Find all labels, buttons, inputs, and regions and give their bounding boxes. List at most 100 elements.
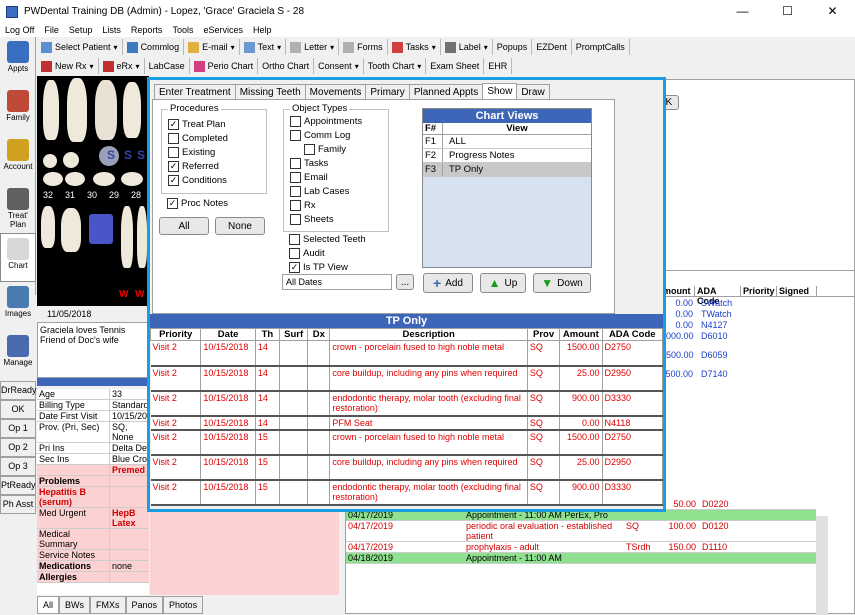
- tp-column-header[interactable]: Priority: [149, 328, 202, 341]
- tab-bws[interactable]: BWs: [59, 596, 91, 614]
- all-button[interactable]: All: [159, 217, 209, 235]
- menu-help[interactable]: Help: [248, 25, 277, 35]
- checkbox-sheets[interactable]: Sheets: [290, 212, 362, 226]
- progress-note-row[interactable]: 0.00 SWatch: [661, 298, 855, 309]
- checkbox-selected-teeth[interactable]: Selected Teeth: [289, 232, 366, 246]
- maximize-button[interactable]: ☐: [765, 0, 810, 23]
- tp-row[interactable]: Visit 2 10/15/2018 15 endodontic therapy, m…: [150, 479, 663, 506]
- close-button[interactable]: ✕: [810, 0, 855, 23]
- nav-manage[interactable]: Manage: [0, 331, 36, 380]
- checkbox-is-tp-view[interactable]: ✓ Is TP View: [289, 260, 366, 274]
- checkbox-treat-plan[interactable]: ✓ Treat Plan: [168, 117, 228, 131]
- checkbox-completed[interactable]: Completed: [168, 131, 228, 145]
- column-header[interactable]: Signed: [777, 286, 817, 296]
- patient-info-row[interactable]: Pri Ins Delta De: [37, 443, 149, 454]
- tooth[interactable]: [67, 78, 87, 142]
- checkbox-box[interactable]: ✓: [168, 160, 179, 172]
- tooth[interactable]: [121, 206, 133, 268]
- down-button[interactable]: ▼ Down: [533, 273, 591, 293]
- patient-info-row[interactable]: Hepatitis B (serum): [37, 487, 149, 508]
- select-patient-button[interactable]: Select Patient: [37, 39, 123, 55]
- checkbox-box[interactable]: [290, 213, 301, 225]
- forms-button[interactable]: Forms: [339, 39, 388, 55]
- patient-info-row[interactable]: Premed: [37, 465, 149, 476]
- tooth-chart[interactable]: S S S 32 31 30 29 28 W W: [37, 76, 149, 306]
- patient-info-row[interactable]: Billing Type Standard: [37, 400, 149, 411]
- checkbox-box[interactable]: [290, 171, 301, 183]
- tab-all[interactable]: All: [37, 596, 60, 614]
- add-view-button[interactable]: + Add: [423, 273, 473, 293]
- checkbox-box[interactable]: ✓: [168, 118, 179, 130]
- op-ptready[interactable]: PtReady: [0, 476, 36, 495]
- popups-button[interactable]: Popups: [493, 39, 533, 55]
- progress-note-row[interactable]: 0.00 N4127: [661, 320, 855, 331]
- checkbox-box[interactable]: [290, 185, 301, 197]
- nav-images[interactable]: Images: [0, 282, 36, 331]
- labcase-button[interactable]: LabCase: [145, 58, 190, 74]
- checkbox-email[interactable]: Email: [290, 170, 362, 184]
- tooth-chart-button[interactable]: Tooth Chart: [364, 58, 427, 74]
- tab-panos[interactable]: Panos: [125, 596, 164, 614]
- tooth[interactable]: [95, 80, 117, 140]
- checkbox-box[interactable]: [290, 129, 301, 141]
- tooth[interactable]: [43, 80, 59, 140]
- checkbox-conditions[interactable]: ✓ Conditions: [168, 173, 228, 187]
- column-header[interactable]: mount: [661, 286, 695, 296]
- menu-eservices[interactable]: eServices: [198, 25, 248, 35]
- tp-row[interactable]: Visit 2 10/15/2018 14 endodontic therapy, m…: [150, 390, 663, 417]
- progress-note-row[interactable]: 500.00 D7140: [661, 369, 855, 388]
- promptcalls-button[interactable]: PromptCalls: [572, 39, 630, 55]
- tooth[interactable]: [43, 154, 57, 168]
- op-drready[interactable]: DrReady: [0, 381, 37, 400]
- implant-icon[interactable]: [89, 214, 113, 244]
- ezdent-button[interactable]: EZDent: [532, 39, 572, 55]
- text-button[interactable]: Text: [240, 39, 287, 55]
- label-button[interactable]: Label: [441, 39, 493, 55]
- tp-column-header[interactable]: Description: [329, 328, 528, 341]
- tp-row[interactable]: Visit 2 10/15/2018 14 crown - porcelain fus…: [150, 340, 663, 367]
- checkbox-box[interactable]: [168, 132, 179, 144]
- checkbox-box[interactable]: ✓: [167, 197, 178, 209]
- patient-info-row[interactable]: Service Notes: [37, 550, 149, 561]
- tab-show[interactable]: Show: [482, 83, 518, 100]
- checkbox-existing[interactable]: Existing: [168, 145, 228, 159]
- tp-grid[interactable]: Priority Date Th Surf Dx Description Prov Amoun…: [149, 328, 663, 506]
- progress-note-row[interactable]: 04/17/2019 prophylaxis - adult TSrdh 150.00…: [346, 542, 816, 553]
- checkbox-proc-notes[interactable]: ✓ Proc Notes: [167, 196, 228, 210]
- checkbox-box[interactable]: [168, 146, 179, 158]
- tp-row[interactable]: Visit 2 10/15/2018 15 crown - porcelain fus…: [150, 429, 663, 456]
- patient-info-row[interactable]: Med Urgent HepB Latex: [37, 508, 149, 529]
- tooth[interactable]: [63, 152, 79, 168]
- none-button[interactable]: None: [215, 217, 265, 235]
- progress-note-row[interactable]: 04/17/2019 periodic oral evaluation - est…: [346, 521, 816, 542]
- tooth[interactable]: [137, 206, 147, 268]
- tooth[interactable]: [43, 172, 63, 186]
- tab-photos[interactable]: Photos: [163, 596, 204, 614]
- checkbox-lab-cases[interactable]: Lab Cases: [290, 184, 362, 198]
- op-op-1[interactable]: Op 1: [0, 419, 36, 438]
- checkbox-box[interactable]: [290, 199, 301, 211]
- patient-info-row[interactable]: Sec Ins Blue Cro: [37, 454, 149, 465]
- menu-setup[interactable]: Setup: [64, 25, 98, 35]
- tp-column-header[interactable]: Surf: [278, 328, 309, 341]
- checkbox-box[interactable]: [289, 247, 300, 259]
- chart-view-row[interactable]: F3 TP Only: [423, 163, 591, 177]
- patient-info-row[interactable]: Problems: [37, 476, 149, 487]
- e-mail-button[interactable]: E-mail: [184, 39, 240, 55]
- column-header[interactable]: Priority: [741, 286, 777, 296]
- tooth[interactable]: [41, 206, 55, 248]
- perio-chart-button[interactable]: Perio Chart: [190, 58, 259, 74]
- patient-note[interactable]: Graciela loves Tennis Friend of Doc's wi…: [37, 322, 149, 378]
- checkbox-comm-log[interactable]: Comm Log: [290, 128, 362, 142]
- progress-note-row[interactable]: 04/18/2019 Appointment - 11:00 AM: [346, 553, 816, 564]
- op-op-3[interactable]: Op 3: [0, 457, 36, 476]
- tp-column-header[interactable]: ADA Code: [601, 328, 663, 341]
- column-header[interactable]: ADA Code: [695, 286, 741, 306]
- tab-fmxs[interactable]: FMXs: [90, 596, 126, 614]
- consent-button[interactable]: Consent: [314, 58, 364, 74]
- dates-picker-button[interactable]: ...: [396, 274, 414, 290]
- nav-treat-plan[interactable]: Treat' Plan: [0, 184, 36, 233]
- tasks-button[interactable]: Tasks: [388, 39, 441, 55]
- checkbox-appointments[interactable]: Appointments: [290, 114, 362, 128]
- checkbox-family[interactable]: Family: [304, 142, 362, 156]
